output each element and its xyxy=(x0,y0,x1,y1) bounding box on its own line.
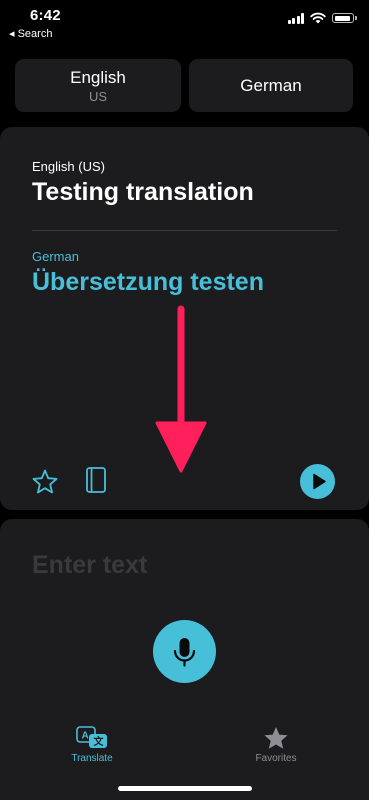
play-button[interactable] xyxy=(300,464,335,499)
book-icon[interactable] xyxy=(84,466,108,496)
source-language-region: US xyxy=(88,88,108,104)
translated-text[interactable]: Übersetzung testen xyxy=(32,268,264,297)
cellular-signal-icon xyxy=(287,12,304,24)
status-bar: 6:42 ◂ Search xyxy=(0,0,369,44)
target-language-button[interactable]: German xyxy=(189,59,353,112)
tab-favorites[interactable]: Favorites xyxy=(231,726,321,764)
target-language-label: German xyxy=(32,249,79,264)
text-input[interactable]: Enter text xyxy=(32,551,147,580)
play-icon xyxy=(313,473,326,490)
source-language-button[interactable]: English US xyxy=(15,59,181,112)
tab-favorites-label: Favorites xyxy=(255,753,297,764)
microphone-button[interactable] xyxy=(153,620,216,683)
home-indicator[interactable] xyxy=(118,786,252,791)
wifi-icon xyxy=(310,12,326,24)
back-to-search-link[interactable]: ◂ Search xyxy=(9,27,52,40)
translate-icon: A 文 xyxy=(76,726,107,748)
status-time: 6:42 xyxy=(30,7,61,24)
battery-fill xyxy=(334,15,350,21)
microphone-icon xyxy=(173,638,196,667)
annotation-arrow-icon xyxy=(155,305,207,473)
svg-text:A: A xyxy=(82,731,89,742)
star-icon[interactable] xyxy=(31,468,59,496)
tab-translate[interactable]: A 文 Translate xyxy=(47,726,137,764)
star-filled-icon xyxy=(264,727,288,749)
target-language-name: German xyxy=(240,75,302,95)
source-language-label: English (US) xyxy=(32,159,105,174)
status-icons xyxy=(287,12,357,24)
tab-translate-label: Translate xyxy=(71,753,113,764)
source-language-name: English xyxy=(70,67,126,87)
battery-icon xyxy=(332,13,357,23)
svg-text:文: 文 xyxy=(94,735,105,748)
source-text[interactable]: Testing translation xyxy=(32,178,254,207)
divider xyxy=(32,230,337,231)
